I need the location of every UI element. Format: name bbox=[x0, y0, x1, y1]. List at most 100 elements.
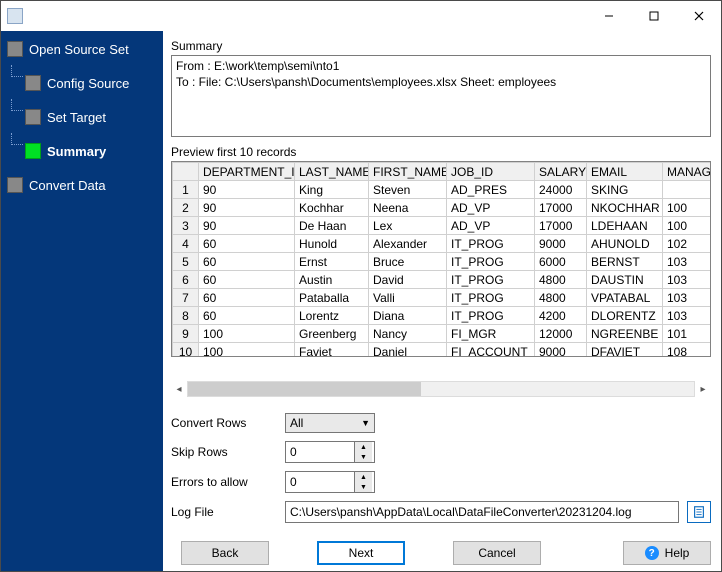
grid-header[interactable]: DEPARTMENT_ID bbox=[199, 163, 295, 181]
skip-rows-input[interactable] bbox=[286, 442, 354, 462]
preview-grid[interactable]: DEPARTMENT_ID LAST_NAME FIRST_NAME JOB_I… bbox=[171, 161, 711, 357]
grid-header[interactable]: MANAG bbox=[663, 163, 712, 181]
grid-cell[interactable]: 100 bbox=[663, 217, 712, 235]
table-row[interactable]: 190KingStevenAD_PRES24000SKING bbox=[173, 181, 712, 199]
spinner-up-icon[interactable]: ▲ bbox=[355, 442, 372, 452]
grid-cell[interactable]: AD_VP bbox=[447, 217, 535, 235]
table-row[interactable]: 560ErnstBruceIT_PROG6000BERNST103 bbox=[173, 253, 712, 271]
scroll-right-icon[interactable]: ▸ bbox=[695, 381, 711, 397]
grid-cell[interactable]: 17000 bbox=[535, 217, 587, 235]
grid-cell[interactable]: 102 bbox=[663, 235, 712, 253]
table-row[interactable]: 10100FavietDanielFI_ACCOUNT9000DFAVIET10… bbox=[173, 343, 712, 357]
table-row[interactable]: 9100GreenbergNancyFI_MGR12000NGREENBE101 bbox=[173, 325, 712, 343]
grid-header[interactable]: FIRST_NAME bbox=[369, 163, 447, 181]
grid-header[interactable]: LAST_NAME bbox=[295, 163, 369, 181]
open-log-button[interactable] bbox=[687, 501, 711, 523]
table-row[interactable]: 860LorentzDianaIT_PROG4200DLORENTZ103 bbox=[173, 307, 712, 325]
grid-cell[interactable]: 60 bbox=[199, 253, 295, 271]
convert-rows-select[interactable]: All ▼ bbox=[285, 413, 375, 433]
grid-cell[interactable]: De Haan bbox=[295, 217, 369, 235]
grid-cell[interactable]: 103 bbox=[663, 307, 712, 325]
grid-cell[interactable]: IT_PROG bbox=[447, 289, 535, 307]
grid-cell[interactable]: IT_PROG bbox=[447, 253, 535, 271]
grid-horizontal-scrollbar[interactable]: ◂ ▸ bbox=[171, 381, 711, 397]
grid-cell[interactable]: 60 bbox=[199, 289, 295, 307]
grid-cell[interactable]: Alexander bbox=[369, 235, 447, 253]
grid-cell[interactable]: 90 bbox=[199, 181, 295, 199]
grid-cell[interactable]: DLORENTZ bbox=[587, 307, 663, 325]
grid-cell[interactable] bbox=[663, 181, 712, 199]
log-file-input[interactable] bbox=[285, 501, 679, 523]
grid-cell[interactable]: 6000 bbox=[535, 253, 587, 271]
grid-cell[interactable]: SKING bbox=[587, 181, 663, 199]
grid-cell[interactable]: Pataballa bbox=[295, 289, 369, 307]
grid-cell[interactable]: NGREENBE bbox=[587, 325, 663, 343]
grid-cell[interactable]: Lex bbox=[369, 217, 447, 235]
grid-cell[interactable]: Steven bbox=[369, 181, 447, 199]
grid-cell[interactable]: 100 bbox=[199, 343, 295, 357]
grid-cell[interactable]: 12000 bbox=[535, 325, 587, 343]
errors-input[interactable] bbox=[286, 472, 354, 492]
spinner-down-icon[interactable]: ▼ bbox=[355, 452, 372, 462]
grid-cell[interactable]: 24000 bbox=[535, 181, 587, 199]
grid-cell[interactable]: Kochhar bbox=[295, 199, 369, 217]
grid-cell[interactable]: AHUNOLD bbox=[587, 235, 663, 253]
table-row[interactable]: 290KochharNeenaAD_VP17000NKOCHHAR100 bbox=[173, 199, 712, 217]
grid-cell[interactable]: Lorentz bbox=[295, 307, 369, 325]
grid-cell[interactable]: Ernst bbox=[295, 253, 369, 271]
grid-cell[interactable]: Valli bbox=[369, 289, 447, 307]
grid-cell[interactable]: FI_ACCOUNT bbox=[447, 343, 535, 357]
window-close-button[interactable] bbox=[676, 1, 721, 31]
skip-rows-spinner[interactable]: ▲ ▼ bbox=[285, 441, 375, 463]
grid-cell[interactable]: 103 bbox=[663, 289, 712, 307]
grid-cell[interactable]: DAUSTIN bbox=[587, 271, 663, 289]
grid-cell[interactable]: 4200 bbox=[535, 307, 587, 325]
grid-cell[interactable]: 108 bbox=[663, 343, 712, 357]
sidebar-item-open-source-set[interactable]: Open Source Set bbox=[5, 37, 159, 71]
grid-cell[interactable]: Diana bbox=[369, 307, 447, 325]
spinner-down-icon[interactable]: ▼ bbox=[355, 482, 372, 492]
grid-cell[interactable]: 60 bbox=[199, 307, 295, 325]
grid-cell[interactable]: Austin bbox=[295, 271, 369, 289]
sidebar-item-set-target[interactable]: Set Target bbox=[5, 105, 159, 139]
cancel-button[interactable]: Cancel bbox=[453, 541, 541, 565]
grid-cell[interactable]: Faviet bbox=[295, 343, 369, 357]
back-button[interactable]: Back bbox=[181, 541, 269, 565]
grid-cell[interactable]: Nancy bbox=[369, 325, 447, 343]
table-row[interactable]: 460HunoldAlexanderIT_PROG9000AHUNOLD102 bbox=[173, 235, 712, 253]
grid-cell[interactable]: IT_PROG bbox=[447, 307, 535, 325]
window-minimize-button[interactable] bbox=[586, 1, 631, 31]
grid-cell[interactable]: Bruce bbox=[369, 253, 447, 271]
scroll-track[interactable] bbox=[187, 381, 695, 397]
grid-cell[interactable]: DFAVIET bbox=[587, 343, 663, 357]
grid-cell[interactable]: 90 bbox=[199, 217, 295, 235]
errors-spinner[interactable]: ▲ ▼ bbox=[285, 471, 375, 493]
summary-text[interactable]: From : E:\work\temp\semi\nto1 To : File:… bbox=[171, 55, 711, 137]
grid-cell[interactable]: AD_PRES bbox=[447, 181, 535, 199]
grid-cell[interactable]: Hunold bbox=[295, 235, 369, 253]
grid-cell[interactable]: 60 bbox=[199, 271, 295, 289]
grid-cell[interactable]: BERNST bbox=[587, 253, 663, 271]
grid-cell[interactable]: 60 bbox=[199, 235, 295, 253]
grid-cell[interactable]: 4800 bbox=[535, 271, 587, 289]
grid-cell[interactable]: IT_PROG bbox=[447, 271, 535, 289]
grid-cell[interactable]: FI_MGR bbox=[447, 325, 535, 343]
grid-cell[interactable]: 103 bbox=[663, 253, 712, 271]
grid-cell[interactable]: 4800 bbox=[535, 289, 587, 307]
window-maximize-button[interactable] bbox=[631, 1, 676, 31]
spinner-up-icon[interactable]: ▲ bbox=[355, 472, 372, 482]
grid-cell[interactable]: 100 bbox=[663, 199, 712, 217]
help-button[interactable]: ? Help bbox=[623, 541, 711, 565]
grid-cell[interactable]: 101 bbox=[663, 325, 712, 343]
scroll-thumb[interactable] bbox=[188, 382, 421, 396]
grid-cell[interactable]: NKOCHHAR bbox=[587, 199, 663, 217]
grid-cell[interactable]: Greenberg bbox=[295, 325, 369, 343]
table-row[interactable]: 660AustinDavidIT_PROG4800DAUSTIN103 bbox=[173, 271, 712, 289]
grid-cell[interactable]: LDEHAAN bbox=[587, 217, 663, 235]
grid-cell[interactable]: 9000 bbox=[535, 235, 587, 253]
grid-cell[interactable]: AD_VP bbox=[447, 199, 535, 217]
grid-cell[interactable]: King bbox=[295, 181, 369, 199]
grid-cell[interactable]: IT_PROG bbox=[447, 235, 535, 253]
grid-cell[interactable]: Neena bbox=[369, 199, 447, 217]
grid-cell[interactable]: VPATABAL bbox=[587, 289, 663, 307]
